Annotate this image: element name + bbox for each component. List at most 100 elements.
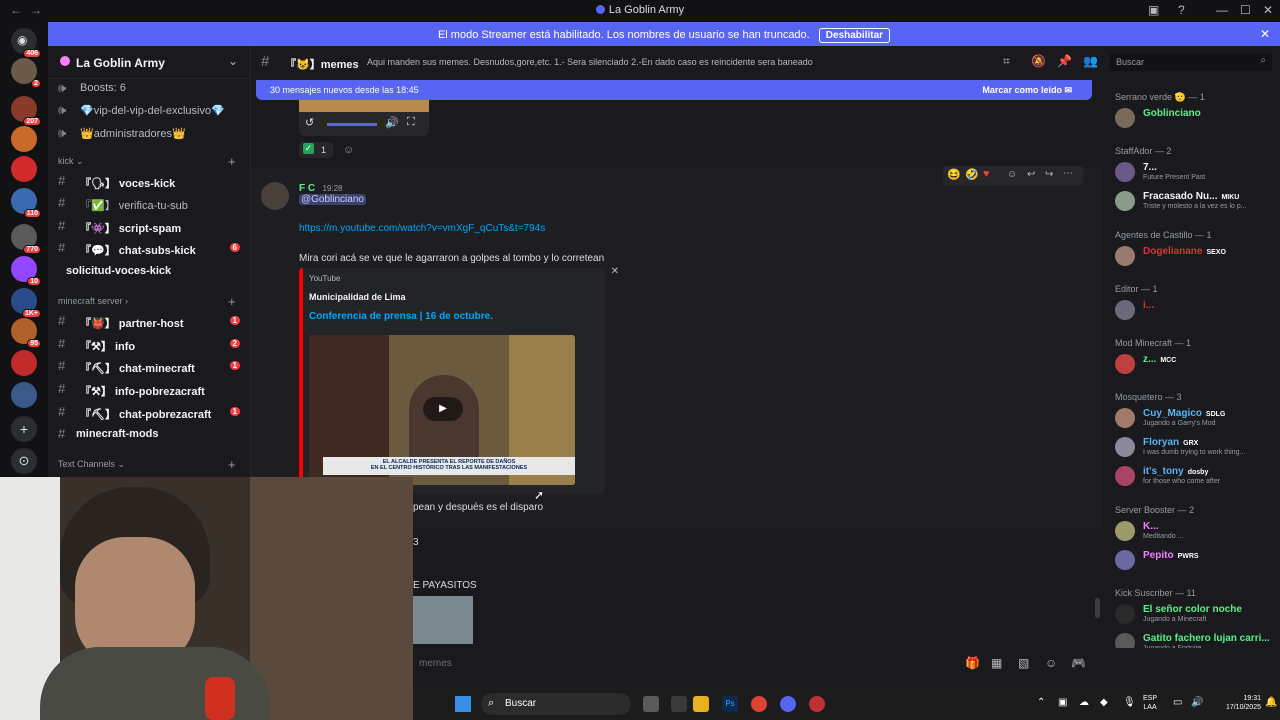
- member-item[interactable]: 7... Future Present Past: [1115, 160, 1275, 184]
- windows-start-icon[interactable]: [455, 696, 471, 712]
- fullscreen-icon[interactable]: ⛶: [407, 116, 415, 129]
- category-minecraft[interactable]: minecraft server › +: [58, 294, 236, 310]
- search-input[interactable]: Buscar ⌕: [1110, 53, 1272, 71]
- task-view-icon[interactable]: [643, 696, 659, 712]
- play-icon[interactable]: ▶: [423, 397, 463, 421]
- add-reaction-icon[interactable]: ☺: [1007, 169, 1017, 180]
- notification-icon[interactable]: 🔔: [1265, 697, 1277, 708]
- message-author[interactable]: F C: [299, 183, 315, 194]
- member-item[interactable]: K... Meditando ...: [1115, 519, 1275, 543]
- server-icon[interactable]: 207: [11, 96, 41, 126]
- channel-chat-subs-kick[interactable]: # 『💬】 chat-subs-kick 6: [58, 238, 244, 258]
- emoji-react-icon[interactable]: 😆: [947, 168, 961, 181]
- chrome-icon[interactable]: [751, 696, 767, 712]
- add-server-icon[interactable]: +: [11, 416, 37, 442]
- photoshop-icon[interactable]: Ps: [722, 696, 738, 712]
- mark-read-button[interactable]: Marcar como leído ✉: [982, 85, 1072, 96]
- volume-slider[interactable]: [327, 123, 377, 126]
- member-item[interactable]: it's_tony dosby for those who come after: [1115, 464, 1275, 488]
- help-icon[interactable]: ?: [1178, 3, 1185, 17]
- message-composer[interactable]: memes 🎁 ▦ ▧ ☺ 🎮: [413, 648, 1093, 678]
- channel-partner-host[interactable]: # 『👹】 partner-host 1: [58, 311, 244, 331]
- message-link[interactable]: https://m.youtube.com/watch?v=vmXgF_qCuT…: [299, 223, 545, 234]
- inbox-icon[interactable]: ▣: [1148, 3, 1159, 17]
- add-channel-icon[interactable]: +: [228, 154, 236, 169]
- sidebar-item-boosts[interactable]: 🕪 Boosts: 6: [58, 78, 244, 98]
- activity-icon[interactable]: 🎮: [1071, 656, 1086, 670]
- user-mention[interactable]: @Goblinciano: [299, 194, 366, 205]
- channel-chat-pobrezacraft[interactable]: # 『⛏】 chat-pobrezacraft 1: [58, 402, 244, 422]
- taskbar-search[interactable]: ⌕ Buscar: [481, 693, 631, 715]
- replay-icon[interactable]: ↺: [305, 116, 314, 129]
- discover-icon[interactable]: ⊙: [11, 448, 37, 474]
- emoji-icon[interactable]: ☺: [1045, 656, 1057, 670]
- category-kick[interactable]: kick ⌄ +: [58, 154, 236, 170]
- microphone-icon[interactable]: 🎙: [1123, 697, 1136, 708]
- add-channel-icon[interactable]: +: [228, 294, 236, 309]
- chat-scrollbar[interactable]: [1095, 598, 1100, 618]
- gif-icon[interactable]: ▦: [991, 656, 1002, 670]
- member-list-icon[interactable]: 👥: [1083, 54, 1098, 68]
- server-icon[interactable]: 770: [11, 224, 41, 254]
- video-thumbnail[interactable]: ▶ EL ALCALDE PRESENTA EL REPORTE DE DAÑO…: [309, 335, 575, 485]
- obs-icon[interactable]: [809, 696, 825, 712]
- member-item[interactable]: Floryan GRX I was dumb trying to work thin…: [1115, 435, 1275, 459]
- embed-title[interactable]: Conferencia de prensa | 16 de octubre.: [309, 311, 493, 322]
- member-item[interactable]: Cuy_Magico SDLG Jugando a Garry's Mod: [1115, 406, 1275, 430]
- file-explorer-icon[interactable]: [693, 696, 709, 712]
- threads-icon[interactable]: ⌗: [1003, 54, 1010, 69]
- heart-react-icon[interactable]: ♥: [983, 168, 990, 180]
- server-icon[interactable]: [11, 382, 37, 408]
- member-item[interactable]: Fracasado Nu... MIKU Triste y molesto a la…: [1115, 189, 1275, 213]
- network-icon[interactable]: ▭: [1173, 697, 1182, 708]
- reply-icon[interactable]: ↩: [1027, 169, 1035, 180]
- server-icon[interactable]: 110: [11, 188, 41, 218]
- sidebar-item-vip[interactable]: 🕪 💎vip-del-vip-del-exclusivo💎: [58, 100, 244, 120]
- home-dm-button[interactable]: ◉ 406: [11, 28, 41, 58]
- volume-icon[interactable]: 🔊: [1191, 697, 1203, 708]
- add-reaction-icon[interactable]: ☺: [343, 144, 354, 156]
- reaction-check[interactable]: ✓ 1: [299, 142, 333, 158]
- member-item[interactable]: El señor color noche Jugando a Minecraft: [1115, 602, 1275, 626]
- channel-info[interactable]: # 『⚒】 info 2: [58, 334, 244, 354]
- clock[interactable]: 19:31 17/10/2025: [1213, 694, 1261, 712]
- twitch-server-icon[interactable]: 10: [11, 256, 41, 286]
- emoji-react-icon[interactable]: 🤣: [965, 168, 979, 181]
- new-messages-bar[interactable]: 30 mensajes nuevos desde las 18:45 Marca…: [256, 80, 1092, 100]
- channel-chat-minecraft[interactable]: # 『⛏】 chat-minecraft 1: [58, 356, 244, 376]
- add-channel-icon[interactable]: +: [228, 457, 236, 472]
- tray-chevron-icon[interactable]: ⌃: [1037, 697, 1045, 708]
- server-icon[interactable]: 1K+: [11, 288, 41, 318]
- server-header[interactable]: La Goblin Army ⌄: [48, 46, 250, 79]
- tray-app-icon[interactable]: ▣: [1058, 697, 1067, 708]
- forward-icon[interactable]: ↪: [1045, 169, 1053, 180]
- member-item[interactable]: Pepito PWRS: [1115, 548, 1275, 572]
- more-options-icon[interactable]: ⋯: [1063, 168, 1073, 179]
- maximize-icon[interactable]: ☐: [1240, 3, 1251, 17]
- channel-voces-kick[interactable]: # 『🗣】 voces-kick: [58, 171, 244, 191]
- embed-author[interactable]: Municipalidad de Lima: [309, 292, 406, 302]
- member-item[interactable]: Gatito fachero lujan carri...Jugando a F…: [1115, 631, 1275, 648]
- channel-verifica-tu-sub[interactable]: # 『✅】 verifica-tu-sub: [58, 193, 244, 213]
- app-icon[interactable]: [671, 696, 687, 712]
- pin-icon[interactable]: 📌: [1057, 54, 1072, 68]
- image-attachment[interactable]: [413, 596, 473, 644]
- disable-streamer-button[interactable]: Deshabilitar: [818, 28, 891, 43]
- server-icon[interactable]: [11, 350, 37, 376]
- chevron-down-icon[interactable]: ⌄: [228, 54, 238, 68]
- avatar[interactable]: [261, 182, 289, 210]
- category-text-channels[interactable]: Text Channels ⌄ +: [58, 457, 236, 473]
- member-item[interactable]: Goblinciano: [1115, 106, 1275, 130]
- cloud-icon[interactable]: ☁: [1079, 697, 1089, 708]
- server-icon[interactable]: 2: [11, 58, 41, 88]
- minimize-icon[interactable]: —: [1216, 3, 1228, 17]
- close-icon[interactable]: ✕: [1260, 27, 1270, 41]
- close-icon[interactable]: ✕: [611, 266, 619, 277]
- server-icon[interactable]: [11, 156, 37, 182]
- discord-taskbar-icon[interactable]: [780, 696, 796, 712]
- member-item[interactable]: i...: [1115, 298, 1275, 322]
- volume-icon[interactable]: 🔊: [385, 116, 399, 129]
- video-player[interactable]: ↺ 🔊 ⛶: [299, 100, 429, 136]
- member-item[interactable]: z... MCC: [1115, 352, 1275, 376]
- server-icon[interactable]: [11, 126, 37, 152]
